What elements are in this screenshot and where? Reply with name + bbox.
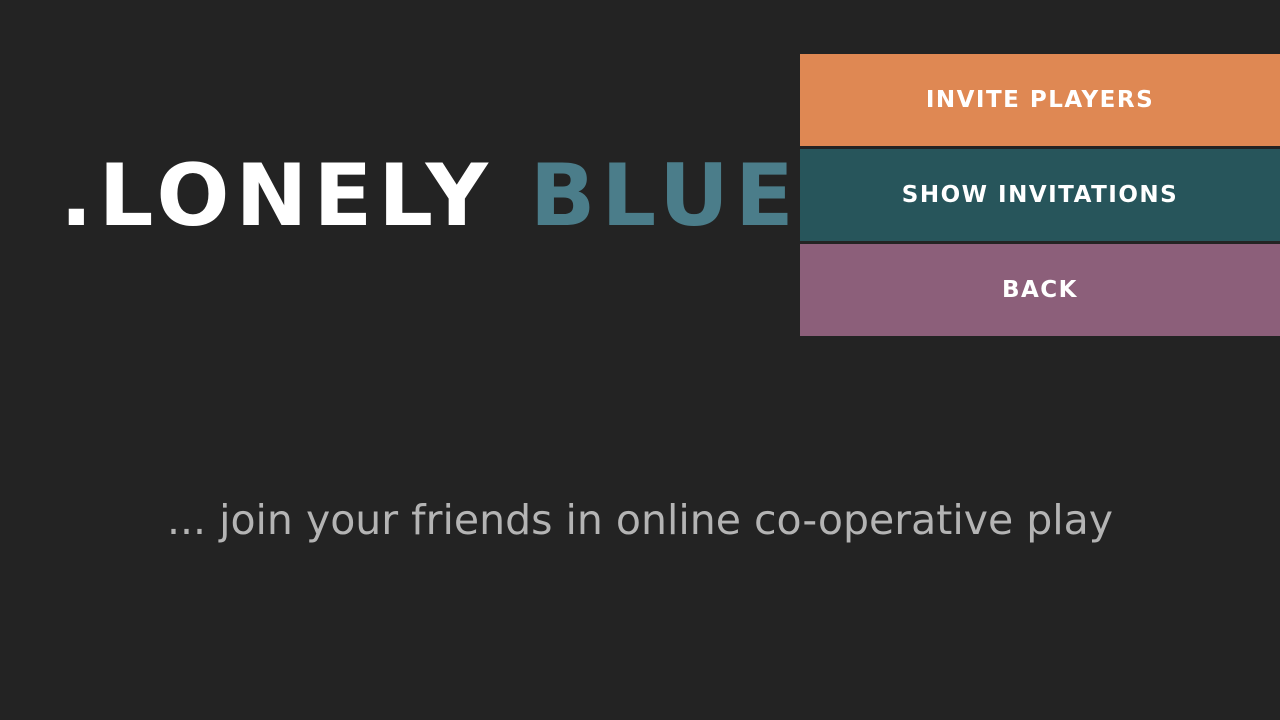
show-invitations-button[interactable]: SHOW INVITATIONS bbox=[800, 149, 1280, 241]
logo-accent-text: BLUE bbox=[529, 146, 800, 246]
back-button[interactable]: BACK bbox=[800, 244, 1280, 336]
multiplayer-screen: .LONELY BLUE INVITE PLAYERS SHOW INVITAT… bbox=[0, 0, 1280, 720]
tagline: ... join your friends in online co-opera… bbox=[166, 496, 1114, 544]
main-menu: INVITE PLAYERS SHOW INVITATIONS BACK bbox=[800, 54, 1280, 336]
logo-primary-text: .LONELY bbox=[60, 146, 494, 246]
game-logo: .LONELY BLUE bbox=[60, 146, 800, 246]
invite-players-button[interactable]: INVITE PLAYERS bbox=[800, 54, 1280, 146]
